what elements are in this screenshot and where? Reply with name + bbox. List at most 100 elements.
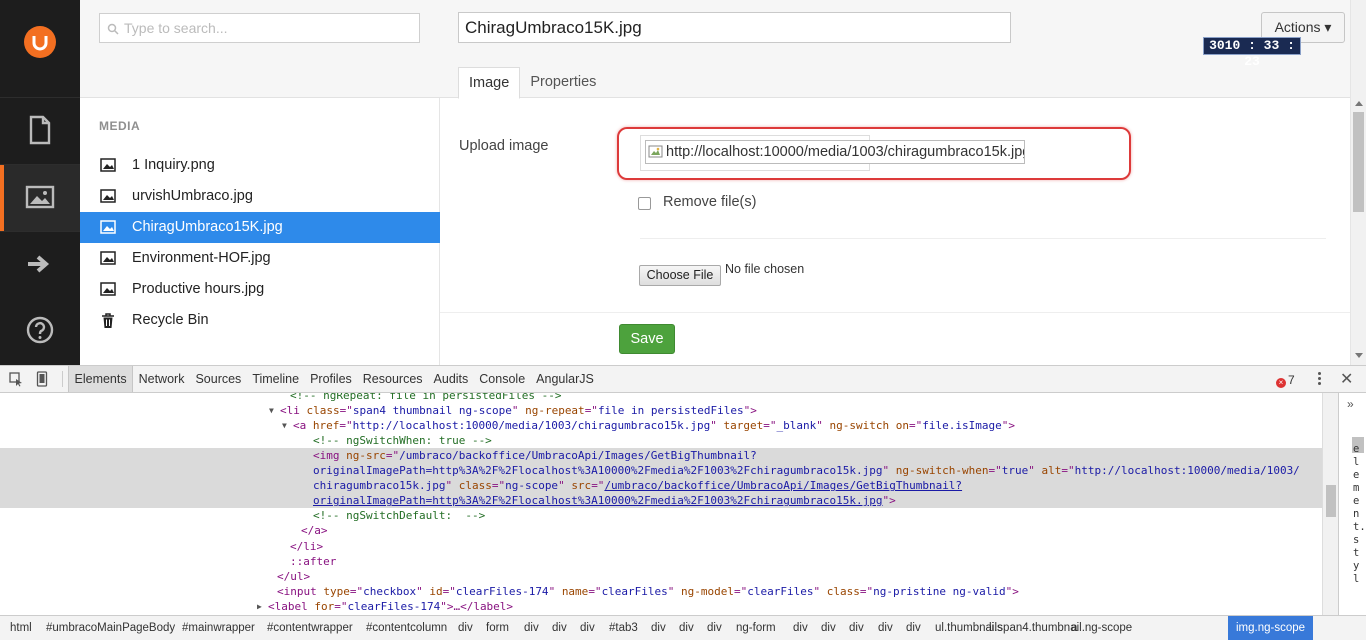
choose-file-button[interactable]: Choose File <box>639 265 721 286</box>
dom-token: " <box>558 479 572 493</box>
breadcrumb-item[interactable]: div <box>906 616 921 640</box>
styles-side-panel: » element.styl <box>1338 393 1366 615</box>
dom-node-line[interactable]: <!-- ngRepeat: file in persistedFiles --… <box>0 393 1322 403</box>
tree-item-label: urvishUmbraco.jpg <box>132 188 253 204</box>
dom-node-line[interactable]: ▶ <label for="clearFiles-174">…</label> <box>0 599 1322 614</box>
devtools-panel: Elements Network Sources Timeline Profil… <box>0 365 1366 640</box>
breadcrumb-item[interactable]: ng-form <box>736 616 776 640</box>
tab-image[interactable]: Image <box>458 67 521 99</box>
tab-sources[interactable]: Sources <box>190 366 247 392</box>
dom-node-line[interactable]: ::after <box>0 554 1322 569</box>
error-counter[interactable]: × 7 <box>1276 373 1295 388</box>
tab-properties[interactable]: Properties <box>520 67 606 99</box>
expand-toggle-icon[interactable]: ▶ <box>257 599 262 614</box>
scrollbar-thumb[interactable] <box>1326 485 1336 517</box>
dom-node-line[interactable]: <img ng-src="/umbraco/backoffice/Umbraco… <box>0 448 1322 464</box>
breadcrumb-item[interactable]: form <box>486 616 509 640</box>
timer-badge: 3010 : 33 : 23 <box>1203 37 1301 69</box>
dom-token: =" <box>385 449 400 463</box>
breadcrumb-item[interactable]: div <box>580 616 595 640</box>
dom-token: alt <box>1041 464 1062 478</box>
members-section-button[interactable] <box>0 232 80 298</box>
dom-token: ">…</label> <box>440 599 514 613</box>
inspect-element-icon[interactable] <box>8 371 24 387</box>
breadcrumb-item[interactable]: a <box>1071 616 1077 640</box>
dom-token: class <box>826 584 860 598</box>
dom-token: =" <box>763 419 777 433</box>
tab-resources[interactable]: Resources <box>357 366 428 392</box>
dom-node-line[interactable]: originalImagePath=http%3A%2F%2Flocalhost… <box>0 463 1322 479</box>
breadcrumb-item[interactable]: html <box>10 616 32 640</box>
scroll-down-icon[interactable] <box>1355 353 1363 358</box>
remove-files-checkbox[interactable] <box>638 197 651 210</box>
breadcrumb-item[interactable]: div <box>793 616 808 640</box>
expand-toggle-icon[interactable]: ▼ <box>269 403 274 418</box>
dom-node-line[interactable]: <input type="checkbox" id="clearFiles-17… <box>0 584 1322 599</box>
breadcrumb-item[interactable]: #contentcolumn <box>366 616 447 640</box>
dom-token: originalImagePath=http%3A%2F%2Flocalhost… <box>313 464 883 478</box>
tree-item[interactable]: Productive hours.jpg <box>80 274 440 305</box>
save-button[interactable]: Save <box>619 324 675 354</box>
tree-item-selected[interactable]: ChiragUmbraco15K.jpg <box>80 212 440 243</box>
tab-audits[interactable]: Audits <box>428 366 474 392</box>
image-icon <box>100 251 116 265</box>
breadcrumb-item[interactable]: div <box>821 616 836 640</box>
tab-network[interactable]: Network <box>133 366 190 392</box>
tree-item-recycle-bin[interactable]: Recycle Bin <box>80 305 440 336</box>
dom-node-line[interactable]: </li> <box>0 539 1322 554</box>
tree-search-box[interactable] <box>99 13 420 43</box>
dom-node-line[interactable]: </a> <box>0 523 1322 538</box>
dom-node-line[interactable]: originalImagePath=http%3A%2F%2Flocalhost… <box>0 493 1322 509</box>
dom-node-line[interactable]: ▼ <a href="http://localhost:10000/media/1… <box>0 418 1322 433</box>
close-icon[interactable]: ✕ <box>1340 369 1353 389</box>
expand-toggle-icon[interactable]: ▼ <box>282 418 287 433</box>
tree-item[interactable]: Environment-HOF.jpg <box>80 243 440 274</box>
expand-chevron-icon[interactable]: » <box>1347 397 1354 411</box>
dom-token: " <box>1028 464 1042 478</box>
breadcrumb-item[interactable]: div <box>849 616 864 640</box>
umbraco-logo-icon[interactable] <box>24 26 56 58</box>
scroll-up-icon[interactable] <box>1355 101 1363 106</box>
dom-node-line[interactable]: <!-- ngSwitchWhen: true --> <box>0 433 1322 448</box>
tree-item[interactable]: 1 Inquiry.png <box>80 150 440 181</box>
content-section-button[interactable] <box>0 98 80 164</box>
dom-token: for <box>314 599 335 613</box>
breadcrumb-item[interactable]: #umbracoMainPageBody <box>46 616 175 640</box>
help-button[interactable] <box>0 298 80 364</box>
dom-token: id <box>429 584 443 598</box>
scrollbar-thumb[interactable] <box>1353 112 1364 212</box>
breadcrumb-item[interactable]: div <box>458 616 473 640</box>
breadcrumb-item[interactable]: div <box>679 616 694 640</box>
tab-timeline[interactable]: Timeline <box>247 366 305 392</box>
tab-console[interactable]: Console <box>474 366 531 392</box>
tab-elements[interactable]: Elements <box>68 366 134 392</box>
dom-scrollbar[interactable] <box>1322 393 1338 615</box>
dom-node-line[interactable]: ▼ <li class="span4 thumbnail ng-scope" ng… <box>0 403 1322 418</box>
device-mode-icon[interactable] <box>36 371 48 387</box>
breadcrumb-item[interactable]: div <box>651 616 666 640</box>
dom-node-line[interactable]: <!-- ngSwitchDefault: --> <box>0 508 1322 523</box>
breadcrumb-item[interactable]: div <box>552 616 567 640</box>
media-name-input[interactable] <box>458 12 1011 43</box>
more-options-icon[interactable] <box>1318 372 1322 388</box>
tree-search-input[interactable] <box>124 18 414 38</box>
tab-profiles[interactable]: Profiles <box>305 366 358 392</box>
tree-section-label: MEDIA <box>99 119 141 133</box>
breadcrumb-item[interactable]: #tab3 <box>609 616 638 640</box>
breadcrumb-item[interactable]: #contentwrapper <box>267 616 353 640</box>
breadcrumb-item[interactable]: div <box>707 616 722 640</box>
breadcrumb-item[interactable]: div <box>878 616 893 640</box>
page-scrollbar[interactable] <box>1350 0 1366 365</box>
tree-item[interactable]: urvishUmbraco.jpg <box>80 181 440 212</box>
upload-image-label: Upload image <box>459 138 549 154</box>
breadcrumb-active[interactable]: img.ng-scope <box>1228 616 1314 640</box>
section-nav <box>0 0 80 365</box>
breadcrumb-item[interactable]: div <box>524 616 539 640</box>
dom-node-line[interactable]: </ul> <box>0 569 1322 584</box>
media-section-button[interactable] <box>0 165 80 231</box>
dom-node-line[interactable]: chiragumbraco15k.jpg" class="ng-scope" s… <box>0 478 1322 494</box>
breadcrumb-item[interactable]: #mainwrapper <box>182 616 255 640</box>
breadcrumb-item[interactable]: li.span4.thumbnail.ng-scope <box>989 616 1132 640</box>
tab-angularjs[interactable]: AngularJS <box>531 366 600 392</box>
dom-token: src <box>571 479 592 493</box>
